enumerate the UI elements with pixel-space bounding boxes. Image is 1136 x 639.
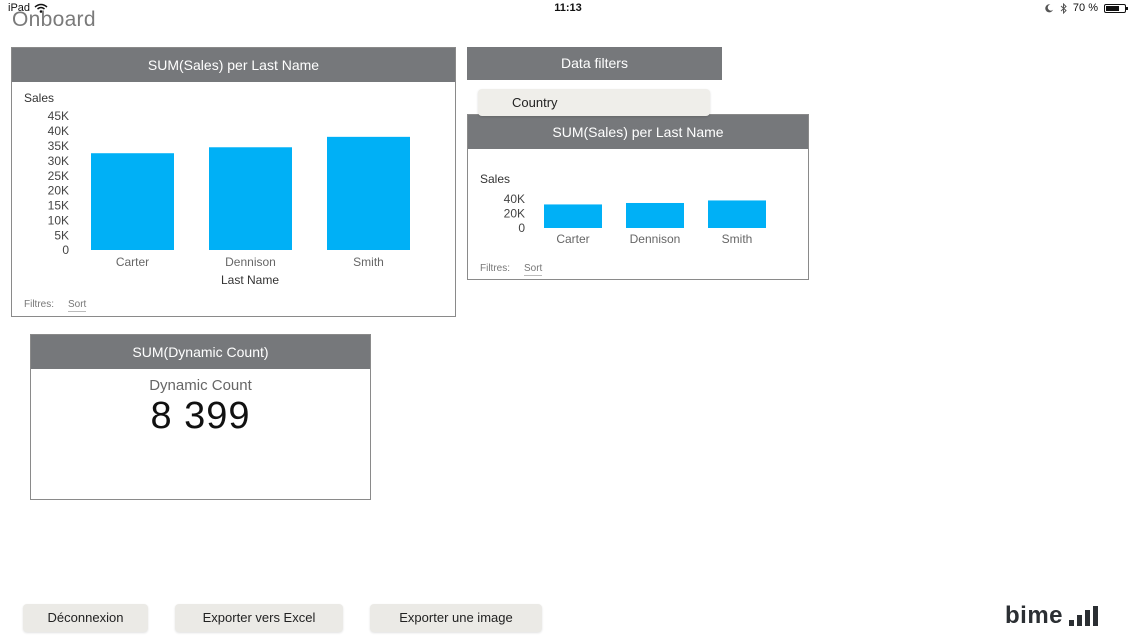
status-bar: iPad 11:13 70 % <box>0 0 1136 18</box>
bar <box>91 153 174 250</box>
kpi-label: Dynamic Count <box>149 377 252 394</box>
logout-button[interactable]: Déconnexion <box>23 604 148 632</box>
logo-text: bime <box>1005 602 1064 629</box>
page-title: Onboard <box>12 8 96 31</box>
filters-label: Filtres: <box>480 263 510 274</box>
battery-level <box>1106 5 1119 11</box>
x-tick-label: Smith <box>722 232 753 246</box>
panel-filters: Filtres: Sort <box>24 299 87 312</box>
sales-bar-chart: Sales 05K10K15K20K25K30K35K40K45K Carter De… <box>24 91 410 287</box>
y-tick-label: 20K <box>504 207 525 221</box>
bime-logo: bime <box>1005 602 1099 629</box>
sort-link[interactable]: Sort <box>68 299 87 312</box>
panel-filters-small: Filtres: Sort <box>480 263 543 276</box>
export-excel-button[interactable]: Exporter vers Excel <box>175 604 343 632</box>
bar <box>544 204 602 228</box>
y-tick-label: 35K <box>48 139 69 153</box>
y-tick-label: 40K <box>504 192 525 206</box>
kpi-value: 8 399 <box>150 395 251 437</box>
y-tick-label: 0 <box>518 221 525 235</box>
dynamic-count-panel: SUM(Dynamic Count) Dynamic Count 8 399 <box>30 334 371 500</box>
y-axis-label: Sales <box>480 172 510 186</box>
sales-bar-chart-small: Sales020K40KCarterDennisonSmithLast Name <box>480 172 766 246</box>
sales-chart-panel-title: SUM(Sales) per Last Name <box>12 48 455 82</box>
bar <box>327 136 410 250</box>
battery-percent: 70 % <box>1072 2 1098 14</box>
sales-chart-panel: SUM(Sales) per Last Name Sales 0 5K 10K 15K 2… <box>11 47 456 317</box>
sort-link[interactable]: Sort <box>524 263 543 276</box>
x-tick-label: Smith <box>353 255 384 269</box>
moon-icon <box>1045 4 1054 13</box>
x-tick-label: Dennison <box>630 232 681 246</box>
bluetooth-icon <box>1060 2 1067 14</box>
bar <box>708 200 766 228</box>
x-tick-label: Dennison <box>225 255 276 269</box>
y-tick-label: 5K <box>54 228 69 242</box>
x-axis-label: Last Name <box>221 273 279 287</box>
export-image-button[interactable]: Exporter une image <box>370 604 542 632</box>
data-filters-header: Data filters <box>467 47 722 80</box>
status-time: 11:13 <box>554 2 582 14</box>
x-tick-label: Carter <box>556 232 589 246</box>
y-tick-label: 20K <box>48 184 69 198</box>
country-filter[interactable]: Country <box>478 89 710 116</box>
x-tick-label: Carter <box>116 255 149 269</box>
battery-icon <box>1104 3 1128 13</box>
y-tick-label: 45K <box>48 109 69 123</box>
bar-chart-icon <box>1069 606 1099 629</box>
y-tick-label: 40K <box>48 124 69 138</box>
dynamic-count-panel-title: SUM(Dynamic Count) <box>31 335 370 369</box>
y-tick-label: 15K <box>48 199 69 213</box>
sales-chart-panel-small-title: SUM(Sales) per Last Name <box>468 115 808 149</box>
y-tick-label: 25K <box>48 169 69 183</box>
y-tick-label: 10K <box>48 213 69 227</box>
y-tick-label: 30K <box>48 154 69 168</box>
y-axis-label: Sales <box>24 91 54 105</box>
y-tick-label: 0 <box>62 243 69 257</box>
sales-chart-panel-small: SUM(Sales) per Last Name Sales 0 20K 40K Car… <box>467 114 809 280</box>
bar <box>209 147 292 250</box>
filters-label: Filtres: <box>24 299 54 310</box>
status-right: 70 % <box>1045 2 1128 14</box>
bar <box>626 202 684 228</box>
